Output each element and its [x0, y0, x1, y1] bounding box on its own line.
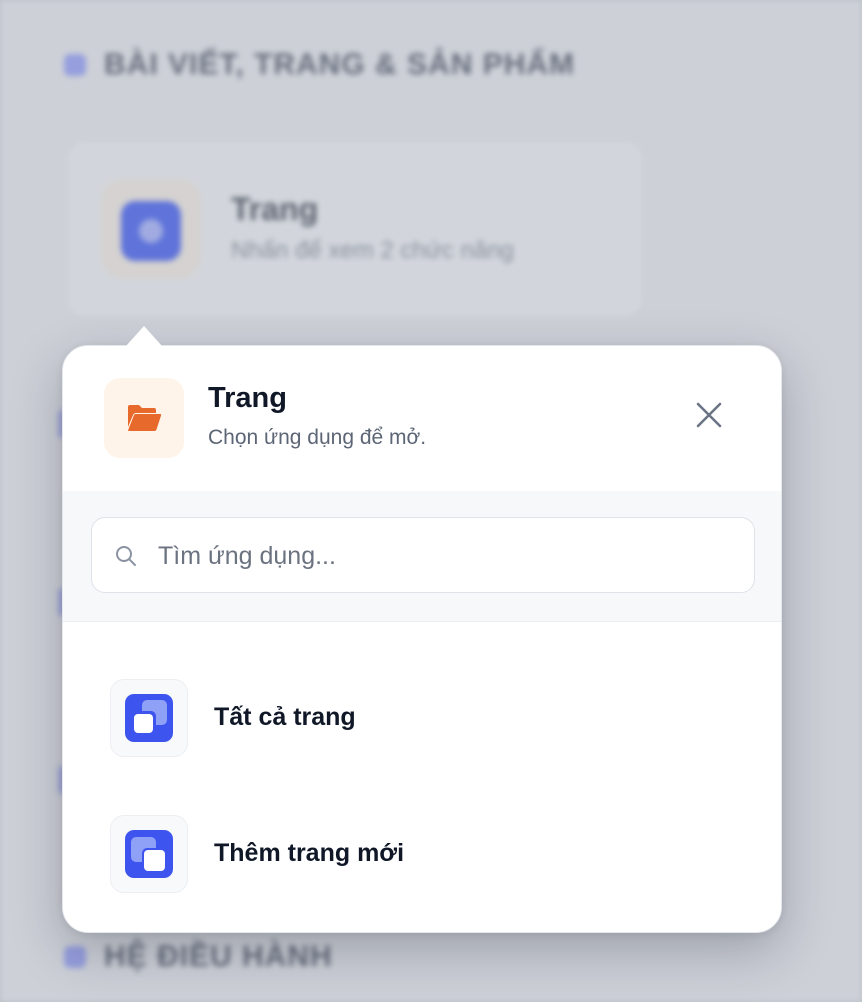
pages-stack-icon — [125, 694, 173, 742]
popover-subtitle: Chọn ứng dụng để mở. — [208, 426, 427, 449]
app-item-add-page[interactable]: Thêm trang mới — [93, 805, 751, 905]
app-item-icon-wrap — [110, 815, 188, 893]
popover-title: Trang — [208, 382, 287, 414]
folder-open-icon — [128, 405, 162, 431]
app-item-label: Thêm trang mới — [214, 839, 405, 867]
app-item-all-pages[interactable]: Tất cả trang — [93, 669, 751, 769]
app-list: Tất cả trang Thêm trang mới — [63, 622, 781, 932]
popover-arrow — [126, 326, 162, 346]
close-icon — [696, 402, 722, 428]
popover-header: Trang Chọn ứng dụng để mở. — [63, 346, 781, 492]
app-picker-popover: Trang Chọn ứng dụng để mở. Tìm ứng dụng.… — [62, 345, 782, 933]
search-input[interactable] — [156, 532, 740, 580]
app-item-label: Tất cả trang — [214, 703, 356, 731]
search-icon — [116, 546, 136, 566]
search-zone — [63, 491, 781, 622]
header-icon-tile — [104, 378, 184, 458]
app-item-icon-wrap — [110, 679, 188, 757]
close-button[interactable] — [684, 390, 734, 440]
add-page-icon — [125, 830, 173, 878]
search-box[interactable] — [91, 517, 755, 593]
